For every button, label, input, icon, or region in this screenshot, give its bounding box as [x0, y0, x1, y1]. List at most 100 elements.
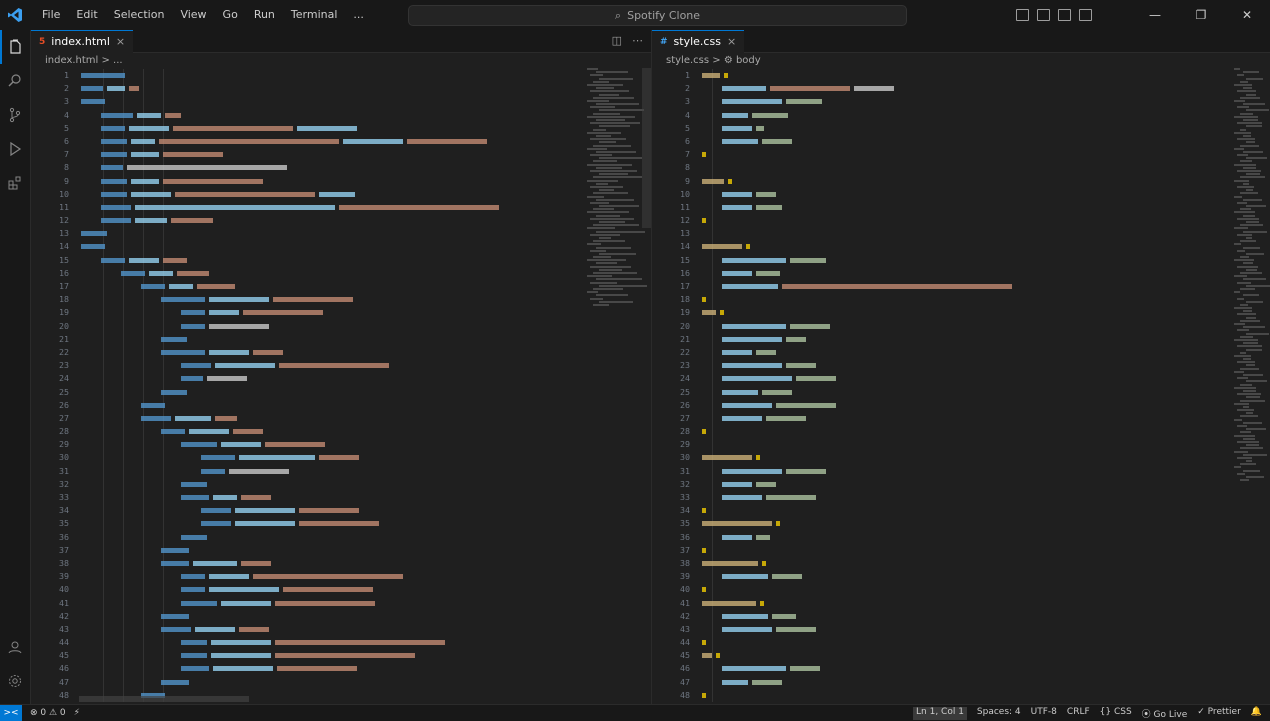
notifications-bell-icon[interactable]: 🔔: [1251, 707, 1262, 720]
code-token: [213, 666, 273, 672]
line-number: 22: [680, 346, 690, 357]
code-editor-css[interactable]: 1 2 3 4 5 6 7 8 9 10 11 12 13 14 15 16 17 18 19 20 21 22 23 24 2…: [652, 69, 1270, 702]
split-editor-icon[interactable]: ◫: [612, 30, 622, 52]
code-line: 11: [652, 201, 1270, 214]
minimap-line: [1246, 316, 1257, 319]
run-debug-icon[interactable]: [0, 132, 30, 166]
customize-layout-icon[interactable]: [1079, 9, 1092, 21]
line-number: 44: [680, 637, 690, 648]
code-token: [137, 112, 161, 118]
tab-index-html[interactable]: 5 index.html ×: [31, 30, 134, 53]
code-token: [279, 363, 389, 369]
code-line: 32: [652, 478, 1270, 491]
line-content: [81, 161, 291, 174]
cursor-position[interactable]: Ln 1, Col 1: [913, 706, 967, 720]
toggle-secondary-sidebar-icon[interactable]: [1058, 9, 1071, 21]
close-button[interactable]: ✕: [1224, 0, 1270, 30]
menu-selection[interactable]: Selection: [106, 0, 173, 30]
minimap-line: [590, 217, 635, 220]
code-line: 45: [31, 649, 651, 662]
line-content: [81, 280, 239, 293]
close-tab-icon[interactable]: ×: [727, 35, 736, 48]
code-token: [722, 363, 782, 369]
line-number: 10: [59, 188, 69, 199]
code-token: [722, 666, 786, 672]
breadcrumb[interactable]: style.css > ⚙ body: [652, 53, 1270, 69]
menu-go[interactable]: Go: [215, 0, 246, 30]
code-token: [177, 270, 209, 276]
minimap-line: [1246, 109, 1269, 112]
code-token: [107, 86, 125, 92]
search-icon[interactable]: [0, 64, 30, 98]
code-token: [253, 349, 283, 355]
minimap[interactable]: [1234, 68, 1270, 482]
tab-style-css[interactable]: # style.css ×: [652, 30, 745, 53]
code-token: [163, 152, 223, 158]
minimize-button[interactable]: —: [1132, 0, 1178, 30]
minimap[interactable]: [587, 68, 648, 307]
menu-run[interactable]: Run: [246, 0, 283, 30]
code-line: 17: [31, 280, 651, 293]
line-content: [702, 346, 780, 359]
code-token: [786, 363, 816, 369]
horizontal-scrollbar[interactable]: [79, 696, 249, 702]
code-editor-html[interactable]: 1 2 3 4 5 6 7 8 9 10 11 12 13 14 15 16 17 18 19 20 21 22 23 24 2…: [31, 69, 651, 702]
account-icon[interactable]: [0, 630, 30, 664]
minimap-line: [1237, 74, 1244, 77]
code-token: [702, 429, 706, 435]
menu-file[interactable]: File: [34, 0, 68, 30]
problems-indicator[interactable]: ⊗ 0 ⚠ 0: [30, 708, 66, 718]
code-line: 12: [31, 214, 651, 227]
minimap-line: [596, 246, 631, 249]
line-content: [81, 109, 185, 122]
minimap-line: [599, 189, 614, 192]
explorer-icon[interactable]: [0, 30, 30, 64]
line-number: 28: [59, 426, 69, 437]
lightning-icon[interactable]: ⚡: [74, 708, 80, 718]
line-number: 41: [680, 597, 690, 608]
vertical-scrollbar[interactable]: [642, 68, 651, 228]
breadcrumb[interactable]: index.html > ...: [31, 53, 651, 69]
settings-gear-icon[interactable]: [0, 664, 30, 698]
line-number: 16: [59, 267, 69, 278]
code-line: 16: [652, 267, 1270, 280]
minimap-line: [1243, 246, 1261, 249]
code-token: [702, 73, 720, 78]
go-live-button[interactable]: ⦿ Go Live: [1142, 707, 1188, 720]
minimap-line: [1234, 195, 1243, 198]
line-number: 3: [685, 96, 690, 107]
code-line: 10: [31, 188, 651, 201]
prettier-status[interactable]: ✓ Prettier: [1197, 707, 1241, 720]
indentation[interactable]: Spaces: 4: [977, 707, 1021, 720]
code-token: [319, 191, 355, 197]
menu-view[interactable]: View: [172, 0, 214, 30]
more-actions-icon[interactable]: ⋯: [632, 30, 643, 52]
source-control-icon[interactable]: [0, 98, 30, 132]
line-number: 28: [680, 426, 690, 437]
code-token: [790, 257, 826, 263]
restore-button[interactable]: ❐: [1178, 0, 1224, 30]
minimap-line: [1246, 412, 1254, 415]
minimap-line: [1240, 319, 1261, 322]
code-token: [722, 389, 758, 395]
minimap-line: [1243, 453, 1268, 456]
toggle-sidebar-icon[interactable]: [1016, 9, 1029, 21]
code-line: 6: [652, 135, 1270, 148]
encoding[interactable]: UTF-8: [1031, 707, 1057, 720]
command-center-search[interactable]: ⌕ Spotify Clone: [408, 5, 907, 26]
menu-edit[interactable]: Edit: [68, 0, 105, 30]
line-endings[interactable]: CRLF: [1067, 707, 1090, 720]
minimap-line: [1246, 332, 1269, 335]
menu-more[interactable]: ...: [345, 0, 372, 30]
line-number: 42: [59, 610, 69, 621]
close-tab-icon[interactable]: ×: [116, 35, 125, 48]
menu-terminal[interactable]: Terminal: [283, 0, 346, 30]
minimap-line: [1243, 469, 1261, 472]
line-content: [81, 359, 393, 372]
remote-indicator[interactable]: ><: [0, 705, 22, 721]
language-mode[interactable]: {} CSS: [1100, 707, 1132, 720]
minimap-line: [1246, 284, 1270, 287]
extensions-icon[interactable]: [0, 166, 30, 200]
code-line: 8: [652, 161, 1270, 174]
toggle-panel-icon[interactable]: [1037, 9, 1050, 21]
